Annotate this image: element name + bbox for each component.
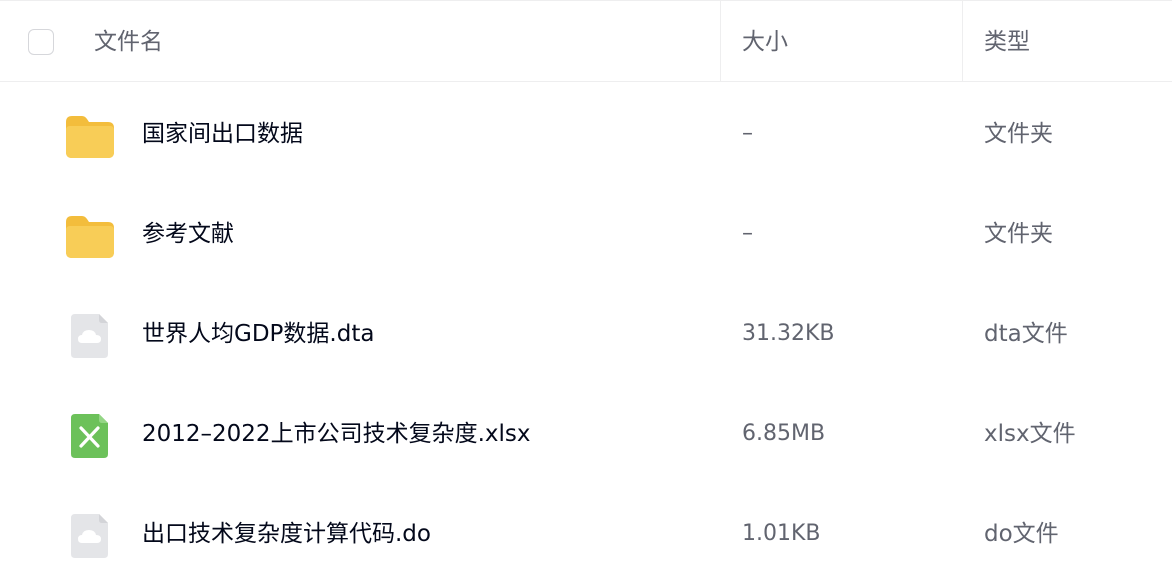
file-name[interactable]: 世界人均GDP数据.dta	[142, 314, 374, 354]
folder-icon	[62, 112, 118, 160]
cloud-file-icon	[62, 512, 118, 560]
file-type: dta文件	[984, 321, 1068, 347]
file-size: –	[742, 221, 753, 246]
file-size: 31.32KB	[742, 321, 835, 346]
file-name[interactable]: 参考文献	[142, 214, 234, 254]
file-name[interactable]: 出口技术复杂度计算代码.do	[142, 514, 431, 554]
file-size: –	[742, 121, 753, 146]
file-size: 1.01KB	[742, 521, 821, 546]
column-header-name[interactable]: 文件名	[94, 23, 163, 61]
cloud-file-icon	[62, 312, 118, 360]
column-header-size[interactable]: 大小	[742, 23, 788, 61]
file-type: 文件夹	[984, 121, 1053, 147]
file-row[interactable]: 世界人均GDP数据.dta 31.32KB dta文件	[0, 284, 1172, 384]
column-divider[interactable]	[720, 1, 721, 82]
file-size: 6.85MB	[742, 421, 826, 446]
file-type: do文件	[984, 521, 1059, 547]
column-header-type[interactable]: 类型	[984, 23, 1030, 61]
excel-file-icon	[62, 412, 118, 460]
file-name[interactable]: 国家间出口数据	[142, 114, 303, 154]
folder-icon	[62, 212, 118, 260]
table-header: 文件名 大小 类型	[0, 0, 1172, 82]
file-type: 文件夹	[984, 221, 1053, 247]
select-all-checkbox[interactable]	[28, 29, 54, 55]
column-divider[interactable]	[962, 1, 963, 82]
file-list-table: 文件名 大小 类型 国家间出口数据 – 文件夹 参考文献 – 文件夹 世界人均G…	[0, 0, 1172, 574]
file-type: xlsx文件	[984, 421, 1076, 447]
file-name[interactable]: 2012–2022上市公司技术复杂度.xlsx	[142, 414, 530, 454]
file-row[interactable]: 国家间出口数据 – 文件夹	[0, 84, 1172, 184]
file-row[interactable]: 参考文献 – 文件夹	[0, 184, 1172, 284]
file-row[interactable]: 出口技术复杂度计算代码.do 1.01KB do文件	[0, 484, 1172, 584]
file-row[interactable]: 2012–2022上市公司技术复杂度.xlsx 6.85MB xlsx文件	[0, 384, 1172, 484]
